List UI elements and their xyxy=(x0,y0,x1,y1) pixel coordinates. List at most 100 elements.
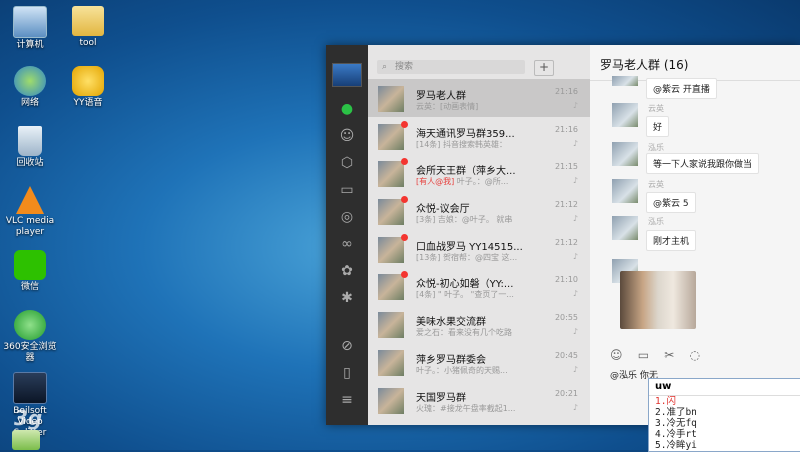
network-icon xyxy=(14,66,46,96)
conversation-name: 会所天王群（萍乡大... xyxy=(416,166,516,178)
mention-tag: [有人@我] xyxy=(416,177,455,187)
unread-dot xyxy=(401,196,408,204)
sender-avatar[interactable] xyxy=(612,76,638,86)
conversation-item[interactable]: 众悦-初心如磐（YY:... 21:10 [4条] " 叶子。 "查页了一...… xyxy=(368,267,590,305)
desktop-icon-computer[interactable]: 计算机 xyxy=(2,6,58,51)
message-bubble: 好 xyxy=(646,116,670,137)
phone-link-icon[interactable]: ⊘ xyxy=(339,338,355,354)
conversation-preview: 云英：[动画表情] xyxy=(416,102,479,111)
ime-candidate[interactable]: 1.闪 xyxy=(649,396,800,407)
conversation-item[interactable]: 口血战罗马 YY14515... 21:12 [13条] 贺宿帮：@四宝 这..… xyxy=(368,230,590,268)
mute-icon: ♪ xyxy=(572,402,578,412)
folder-icon[interactable]: ▭ xyxy=(339,182,355,198)
message-sender: 泓乐 xyxy=(648,143,664,152)
miniprogram-icon[interactable]: ✿ xyxy=(339,263,355,279)
channels-icon[interactable]: ∞ xyxy=(339,236,355,252)
broom-icon xyxy=(12,430,40,450)
desktop-icon-recycle-bin[interactable]: 回收站 xyxy=(2,126,58,169)
conversation-item[interactable]: 会所天王群（萍乡大... 21:15 [有人@我] 叶子。：@所... ♪ xyxy=(368,154,590,192)
group-avatar xyxy=(378,349,404,376)
chat-panel: 罗马老人群 (16) @紫云 开直播 云英 好 泓乐 等一下人家说我跟你做当 云… xyxy=(590,45,800,425)
conversation-preview: [13条] 贺宿帮：@四宝 这... xyxy=(416,252,518,262)
conversation-item[interactable]: 众悦-议会厅 21:12 [3条] 吉娘：@叶子。 就串 ♪ xyxy=(368,192,590,230)
add-button[interactable]: + xyxy=(534,60,554,76)
conversation-list: ⌕ 搜索 + 罗马老人群 21:16 云英：[动画表情] ♪ 海天通讯罗马群35… xyxy=(368,45,590,425)
conversation-item[interactable]: 天国罗马群 20:21 火瑰：#接龙午盘率截起1... ♪ xyxy=(368,381,590,419)
desktop-icon-label: 计算机 xyxy=(16,40,44,50)
desktop-icon-yy[interactable]: YY语音 xyxy=(60,66,116,109)
desktop-icon-label: VLC media player xyxy=(5,216,55,237)
message-bubble: @紫云 开直播 xyxy=(646,78,717,99)
ime-candidate[interactable]: 3.冷无fq xyxy=(649,418,800,429)
desktop-icon-360-browser[interactable]: 360安全浏览器 xyxy=(2,310,58,364)
mobile-icon[interactable]: ▯ xyxy=(339,365,355,381)
conversation-preview: [3条] 吉娘：@叶子。 就串 xyxy=(416,215,513,225)
message-bubble: 刚才主机 xyxy=(646,230,697,251)
chat-history-icon[interactable]: ◌ xyxy=(689,348,699,362)
scissors-icon[interactable]: ✂ xyxy=(664,348,674,362)
conversation-item[interactable]: 美味水果交流群 20:55 爱之石：看来没有几个吃路 ♪ xyxy=(368,305,590,343)
unread-dot xyxy=(401,271,408,279)
conversation-preview: 火瑰：#接龙午盘率截起1... xyxy=(416,403,516,413)
mute-icon: ♪ xyxy=(572,138,578,148)
group-avatar xyxy=(378,274,404,301)
group-avatar xyxy=(378,236,404,263)
conversation-time: 20:45 xyxy=(554,350,578,360)
conversation-name: 海天通讯罗马群359... xyxy=(416,128,515,140)
mute-icon: ♪ xyxy=(572,214,578,224)
mute-icon: ♪ xyxy=(572,101,578,110)
conversation-name: 众悦-初心如磐（YY:... xyxy=(416,279,514,291)
cube-icon[interactable]: ⬡ xyxy=(339,155,355,171)
group-avatar xyxy=(378,123,404,150)
sender-avatar[interactable] xyxy=(612,216,638,240)
conversation-time: 20:21 xyxy=(554,388,578,398)
file-icon[interactable]: ▭ xyxy=(638,348,649,362)
conversation-time: 21:15 xyxy=(554,162,578,172)
desktop-icon-wechat[interactable]: 微信 xyxy=(2,250,58,293)
conversation-item[interactable]: 罗马老人群 21:16 云英：[动画表情] ♪ xyxy=(368,79,590,117)
desktop-icon-label: 微信 xyxy=(20,282,39,292)
chat-bubble-icon[interactable]: ● xyxy=(339,101,355,117)
sparkle-icon[interactable]: ✱ xyxy=(339,290,355,306)
desktop-icon-label: 网络 xyxy=(20,98,39,108)
search-input[interactable]: ⌕ 搜索 xyxy=(377,60,525,74)
conversation-preview: [14条] 抖音搜索韩英雄： xyxy=(416,139,507,149)
ime-candidate[interactable]: 5.冷眸yi xyxy=(649,440,800,451)
conversation-time: 21:12 xyxy=(554,237,578,247)
conversation-item[interactable]: 萍乡罗马群委会 20:45 叶子。：小猪佩奇的天赐... ♪ xyxy=(368,343,590,381)
desktop-icon-label: YY语音 xyxy=(73,98,103,108)
unread-dot xyxy=(401,120,408,128)
shared-photo[interactable] xyxy=(620,271,696,329)
unread-dot xyxy=(401,233,408,241)
computer-icon xyxy=(13,6,47,38)
message-sender: 云英 xyxy=(648,104,664,113)
ime-candidate[interactable]: 2.准了bn xyxy=(649,407,800,418)
wechat-icon xyxy=(14,250,46,280)
conversation-name: 口血战罗马 YY14515... xyxy=(416,241,523,253)
360-browser-icon xyxy=(14,310,46,340)
message-sender: 云英 xyxy=(648,180,664,189)
group-avatar xyxy=(378,86,404,112)
conversation-name: 罗马老人群 xyxy=(416,91,466,102)
wechat-nav-rail: ● ☺ ⬡ ▭ ◎ ∞ ✿ ✱ ⊘ ▯ ≡ xyxy=(326,45,368,425)
ime-candidate-window: uw 1.闪 2.准了bn 3.冷无fq 4.冷手rt 5.冷眸yi xyxy=(648,378,800,452)
user-avatar[interactable] xyxy=(332,63,362,87)
moments-icon[interactable]: ◎ xyxy=(339,209,355,225)
desktop-icon-vlc[interactable]: VLC media player xyxy=(2,186,58,238)
conversation-name: 美味水果交流群 xyxy=(416,317,486,329)
contacts-icon[interactable]: ☺ xyxy=(339,128,355,144)
desktop-icon-tool[interactable]: tool xyxy=(60,6,116,49)
sender-avatar[interactable] xyxy=(612,179,638,203)
sender-avatar[interactable] xyxy=(612,103,638,127)
ime-candidate[interactable]: 4.冷手rt xyxy=(649,429,800,440)
yy-voice-icon xyxy=(72,66,104,96)
search-placeholder: 搜索 xyxy=(395,62,414,72)
menu-icon[interactable]: ≡ xyxy=(339,392,355,408)
chat-title: 罗马老人群 (16) xyxy=(600,58,689,72)
emoji-icon[interactable]: ☺ xyxy=(610,348,623,362)
sender-avatar[interactable] xyxy=(612,142,638,166)
conversation-item[interactable]: 海天通讯罗马群359... 21:16 [14条] 抖音搜索韩英雄： ♪ xyxy=(368,117,590,155)
unread-dot xyxy=(401,158,408,166)
conversation-time: 21:16 xyxy=(554,124,578,134)
desktop-icon-network[interactable]: 网络 xyxy=(2,66,58,109)
